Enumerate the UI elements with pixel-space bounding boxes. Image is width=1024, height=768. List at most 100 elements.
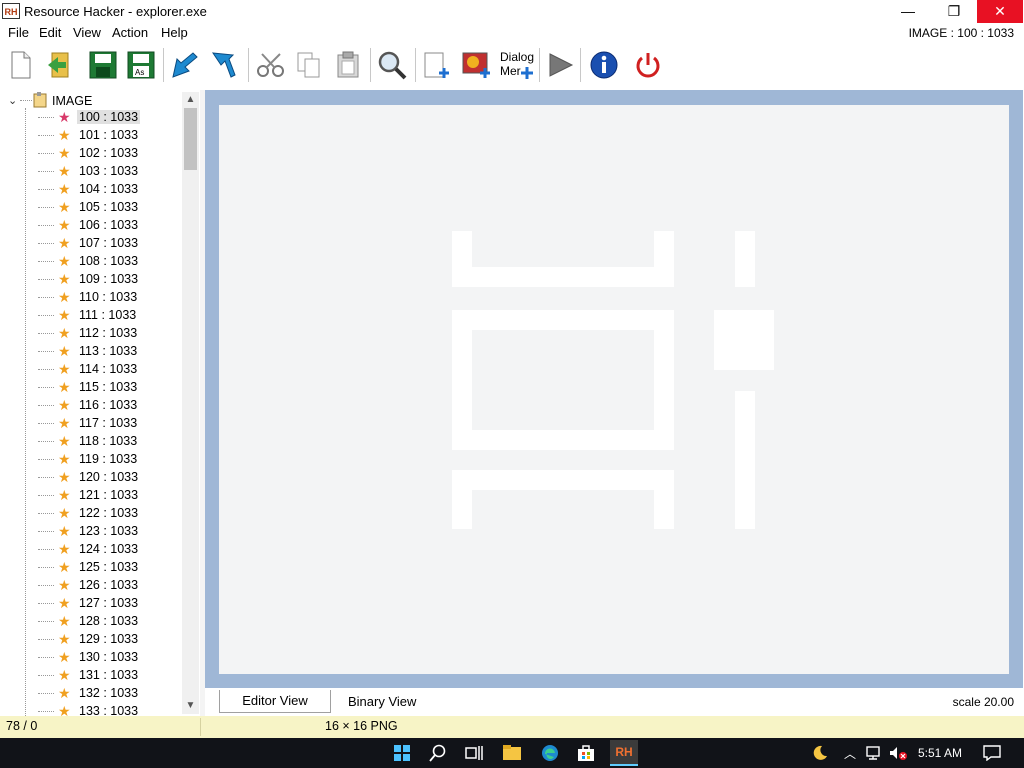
network-icon[interactable] — [862, 741, 886, 765]
save-as-button[interactable]: As — [124, 47, 158, 83]
copy-button[interactable] — [292, 47, 326, 83]
window-title: Resource Hacker - explorer.exe — [24, 4, 207, 19]
task-view-button[interactable] — [462, 741, 486, 765]
menu-action[interactable]: Action — [112, 25, 148, 40]
add-resource-button[interactable] — [420, 47, 454, 83]
tree-item[interactable]: ★ 129 : 1033 — [38, 631, 180, 649]
star-icon: ★ — [58, 487, 71, 503]
exit-button[interactable] — [631, 47, 665, 83]
glyph-pixel-block — [735, 391, 755, 529]
menu-help[interactable]: Help — [161, 25, 188, 40]
tree-item[interactable]: ★ 111 : 1033 — [38, 307, 180, 325]
file-explorer-button[interactable] — [500, 741, 524, 765]
compile-run-button[interactable] — [543, 47, 577, 83]
tree-item[interactable]: ★ 116 : 1033 — [38, 397, 180, 415]
paste-button[interactable] — [331, 47, 365, 83]
tree-item[interactable]: ★ 114 : 1033 — [38, 361, 180, 379]
scroll-down-arrow-icon[interactable]: ▼ — [182, 698, 199, 714]
tree-item[interactable]: ★ 121 : 1033 — [38, 487, 180, 505]
tree-item[interactable]: ★ 118 : 1033 — [38, 433, 180, 451]
menu-file[interactable]: File — [8, 25, 29, 40]
tree-item[interactable]: ★ 102 : 1033 — [38, 145, 180, 163]
tree-item[interactable]: ★ 125 : 1033 — [38, 559, 180, 577]
show-hidden-icons-chevron-icon[interactable]: ︿ — [838, 741, 862, 765]
tree-item[interactable]: ★ 123 : 1033 — [38, 523, 180, 541]
tree-item[interactable]: ★ 105 : 1033 — [38, 199, 180, 217]
search-button[interactable] — [426, 741, 450, 765]
tree-scroll-thumb[interactable] — [184, 108, 197, 170]
tree-item[interactable]: ★ 103 : 1033 — [38, 163, 180, 181]
tree-item[interactable]: ★ 115 : 1033 — [38, 379, 180, 397]
minimize-button[interactable]: — — [885, 0, 931, 23]
tree-item-label: 129 : 1033 — [79, 632, 139, 646]
resource-indicator: IMAGE : 100 : 1033 — [908, 26, 1014, 40]
tree-item[interactable]: ★ 108 : 1033 — [38, 253, 180, 271]
tree-item[interactable]: ★ 113 : 1033 — [38, 343, 180, 361]
menu-edit[interactable]: Edit — [39, 25, 61, 40]
tree-connector — [38, 693, 54, 694]
tree-item-label: 108 : 1033 — [79, 254, 139, 268]
svg-text:As: As — [135, 68, 144, 77]
tree-item[interactable]: ★ 122 : 1033 — [38, 505, 180, 523]
tree-item[interactable]: ★ 119 : 1033 — [38, 451, 180, 469]
tab-binary-view[interactable]: Binary View — [348, 694, 416, 709]
tree-scrollbar[interactable] — [182, 92, 199, 714]
tree-connector — [38, 423, 54, 424]
new-file-button[interactable] — [4, 47, 38, 83]
back-button[interactable] — [168, 47, 202, 83]
tree-item[interactable]: ★ 120 : 1033 — [38, 469, 180, 487]
app-icon: RH — [2, 3, 20, 19]
save-button[interactable] — [86, 47, 120, 83]
tree-connector — [38, 621, 54, 622]
open-file-button[interactable] — [42, 47, 76, 83]
find-button[interactable] — [375, 47, 409, 83]
toolbar-separator — [415, 48, 416, 82]
start-button[interactable] — [390, 741, 414, 765]
expand-chevron-icon[interactable]: ⌄ — [8, 94, 17, 107]
tree-item[interactable]: ★ 132 : 1033 — [38, 685, 180, 703]
tree-item[interactable]: ★ 127 : 1033 — [38, 595, 180, 613]
cut-button[interactable] — [254, 47, 288, 83]
add-image-resource-button[interactable] — [460, 47, 494, 83]
notifications-icon[interactable] — [980, 741, 1004, 765]
tree-item[interactable]: ★ 112 : 1033 — [38, 325, 180, 343]
tree-item-label: 101 : 1033 — [79, 128, 139, 142]
star-icon: ★ — [58, 289, 71, 305]
tree-item[interactable]: ★ 131 : 1033 — [38, 667, 180, 685]
edge-button[interactable] — [538, 741, 562, 765]
close-button[interactable]: ✕ — [977, 0, 1023, 23]
tree-item[interactable]: ★ 128 : 1033 — [38, 613, 180, 631]
night-light-icon[interactable] — [808, 741, 832, 765]
dialog-menu-icon: Dialog Mer — [500, 50, 535, 79]
tree-item[interactable]: ★ 106 : 1033 — [38, 217, 180, 235]
tree-item[interactable]: ★ 126 : 1033 — [38, 577, 180, 595]
about-button[interactable] — [587, 47, 621, 83]
glyph-pixel-hole — [472, 330, 654, 430]
tree-guide-line — [25, 108, 26, 716]
tree-item-label: 119 : 1033 — [79, 452, 138, 466]
forward-button[interactable] — [206, 47, 240, 83]
tree-item[interactable]: ★ 109 : 1033 — [38, 271, 180, 289]
tree-item[interactable]: ★ 110 : 1033 — [38, 289, 180, 307]
restore-button[interactable]: ❐ — [931, 0, 977, 23]
store-button[interactable] — [574, 741, 598, 765]
tree-item[interactable]: ★ 124 : 1033 — [38, 541, 180, 559]
tree-item[interactable]: ★ 101 : 1033 — [38, 127, 180, 145]
scroll-up-arrow-icon[interactable]: ▲ — [182, 92, 199, 108]
taskbar-clock[interactable]: 5:51 AM — [918, 746, 962, 760]
tree-item-label: 121 : 1033 — [79, 488, 139, 502]
resource-hacker-taskbar-button[interactable]: RH — [610, 740, 638, 766]
tree-item[interactable]: ★ 117 : 1033 — [38, 415, 180, 433]
image-preview — [219, 105, 1009, 674]
volume-muted-icon[interactable] — [886, 741, 910, 765]
tree-root-label: IMAGE — [52, 94, 93, 108]
glyph-pixel-block — [654, 470, 674, 529]
tree-item[interactable]: ★ 107 : 1033 — [38, 235, 180, 253]
scissors-icon — [257, 53, 284, 77]
tree-item[interactable]: ★ 100 : 1033 — [38, 109, 180, 127]
tree-item[interactable]: ★ 104 : 1033 — [38, 181, 180, 199]
tab-editor-view[interactable]: Editor View — [219, 690, 331, 713]
menu-view[interactable]: View — [73, 25, 101, 40]
tree-item[interactable]: ★ 130 : 1033 — [38, 649, 180, 667]
add-dialog-menu-button[interactable]: Dialog Mer — [498, 47, 534, 83]
